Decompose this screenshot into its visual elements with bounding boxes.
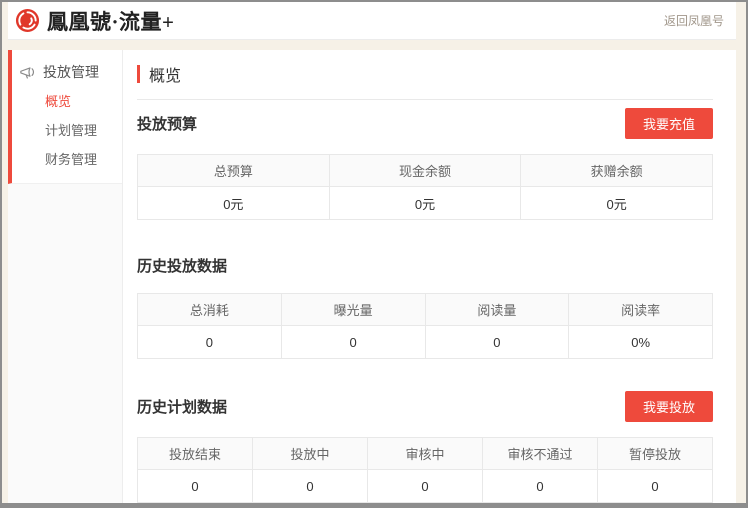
section-delivery-history-title: 历史投放数据 xyxy=(137,255,227,276)
table-header-cell: 现金余额 xyxy=(329,155,521,187)
table-value-row: 0元0元0元 xyxy=(138,187,713,220)
table-value-cell: 0 xyxy=(483,470,598,503)
table-header-cell: 审核中 xyxy=(368,438,483,470)
plan-history-table: 投放结束投放中审核中审核不通过暂停投放 00000 xyxy=(137,437,713,503)
table-header-cell: 阅读量 xyxy=(425,294,569,326)
page-title-row: 概览 xyxy=(137,62,713,86)
table-value-cell: 0% xyxy=(569,326,713,359)
table-value-row: 00000 xyxy=(138,470,713,503)
section-budget: 投放预算 我要充值 总预算现金余额获赠余额 0元0元0元 xyxy=(137,108,713,220)
table-value-cell: 0元 xyxy=(138,187,330,220)
sidebar-items: 概览 计划管理 财务管理 xyxy=(12,86,122,173)
table-header-cell: 投放中 xyxy=(253,438,368,470)
table-header-cell: 获赠余额 xyxy=(521,155,713,187)
sidebar-item-finance-management[interactable]: 财务管理 xyxy=(12,144,122,173)
deliver-button[interactable]: 我要投放 xyxy=(625,391,713,422)
back-link[interactable]: 返回凤凰号 xyxy=(664,12,724,29)
table-value-row: 0000% xyxy=(138,326,713,359)
table-header-row: 总预算现金余额获赠余额 xyxy=(138,155,713,187)
logo: 鳳凰號·流量+ xyxy=(15,6,174,36)
body-row: 投放管理 概览 计划管理 财务管理 概览 投放预算 我要充值 xyxy=(8,50,736,503)
section-budget-head: 投放预算 我要充值 xyxy=(137,108,713,139)
table-value-cell: 0 xyxy=(598,470,713,503)
table-header-cell: 总消耗 xyxy=(138,294,282,326)
table-header-cell: 曝光量 xyxy=(281,294,425,326)
page-frame: 鳳凰號·流量+ 返回凤凰号 投放管理 概览 xyxy=(2,2,746,503)
sidebar-menu: 投放管理 概览 计划管理 财务管理 xyxy=(8,50,122,184)
table-value-cell: 0 xyxy=(281,326,425,359)
main-content: 概览 投放预算 我要充值 总预算现金余额获赠余额 0元0元0元 历史投放数据 总 xyxy=(123,50,736,503)
table-value-cell: 0 xyxy=(253,470,368,503)
megaphone-icon xyxy=(19,65,36,80)
section-plan-history-head: 历史计划数据 我要投放 xyxy=(137,391,713,422)
table-header-cell: 暂停投放 xyxy=(598,438,713,470)
table-value-cell: 0 xyxy=(138,470,253,503)
sidebar-item-plan-management[interactable]: 计划管理 xyxy=(12,115,122,144)
table-header-cell: 投放结束 xyxy=(138,438,253,470)
table-value-cell: 0元 xyxy=(329,187,521,220)
budget-table: 总预算现金余额获赠余额 0元0元0元 xyxy=(137,154,713,220)
app-header: 鳳凰號·流量+ 返回凤凰号 xyxy=(8,2,736,40)
logo-text: 鳳凰號·流量+ xyxy=(47,6,174,36)
section-delivery-history: 历史投放数据 总消耗曝光量阅读量阅读率 0000% xyxy=(137,252,713,359)
table-value-cell: 0 xyxy=(138,326,282,359)
sidebar-item-overview[interactable]: 概览 xyxy=(12,86,122,115)
delivery-history-table: 总消耗曝光量阅读量阅读率 0000% xyxy=(137,293,713,359)
table-value-cell: 0 xyxy=(368,470,483,503)
section-delivery-history-head: 历史投放数据 xyxy=(137,252,713,278)
table-header-row: 投放结束投放中审核中审核不通过暂停投放 xyxy=(138,438,713,470)
title-accent-bar xyxy=(137,65,140,83)
table-value-cell: 0 xyxy=(425,326,569,359)
table-header-cell: 阅读率 xyxy=(569,294,713,326)
title-divider xyxy=(137,99,713,100)
section-budget-title: 投放预算 xyxy=(137,113,197,134)
page-title: 概览 xyxy=(149,62,181,86)
phoenix-logo-icon xyxy=(15,8,40,33)
table-header-cell: 审核不通过 xyxy=(483,438,598,470)
table-value-cell: 0元 xyxy=(521,187,713,220)
sidebar: 投放管理 概览 计划管理 财务管理 xyxy=(8,50,123,503)
section-plan-history-title: 历史计划数据 xyxy=(137,396,227,417)
table-header-row: 总消耗曝光量阅读量阅读率 xyxy=(138,294,713,326)
sidebar-group-label: 投放管理 xyxy=(43,62,99,82)
table-header-cell: 总预算 xyxy=(138,155,330,187)
sidebar-group-delivery[interactable]: 投放管理 xyxy=(12,62,122,82)
recharge-button[interactable]: 我要充值 xyxy=(625,108,713,139)
section-plan-history: 历史计划数据 我要投放 投放结束投放中审核中审核不通过暂停投放 00000 xyxy=(137,391,713,503)
